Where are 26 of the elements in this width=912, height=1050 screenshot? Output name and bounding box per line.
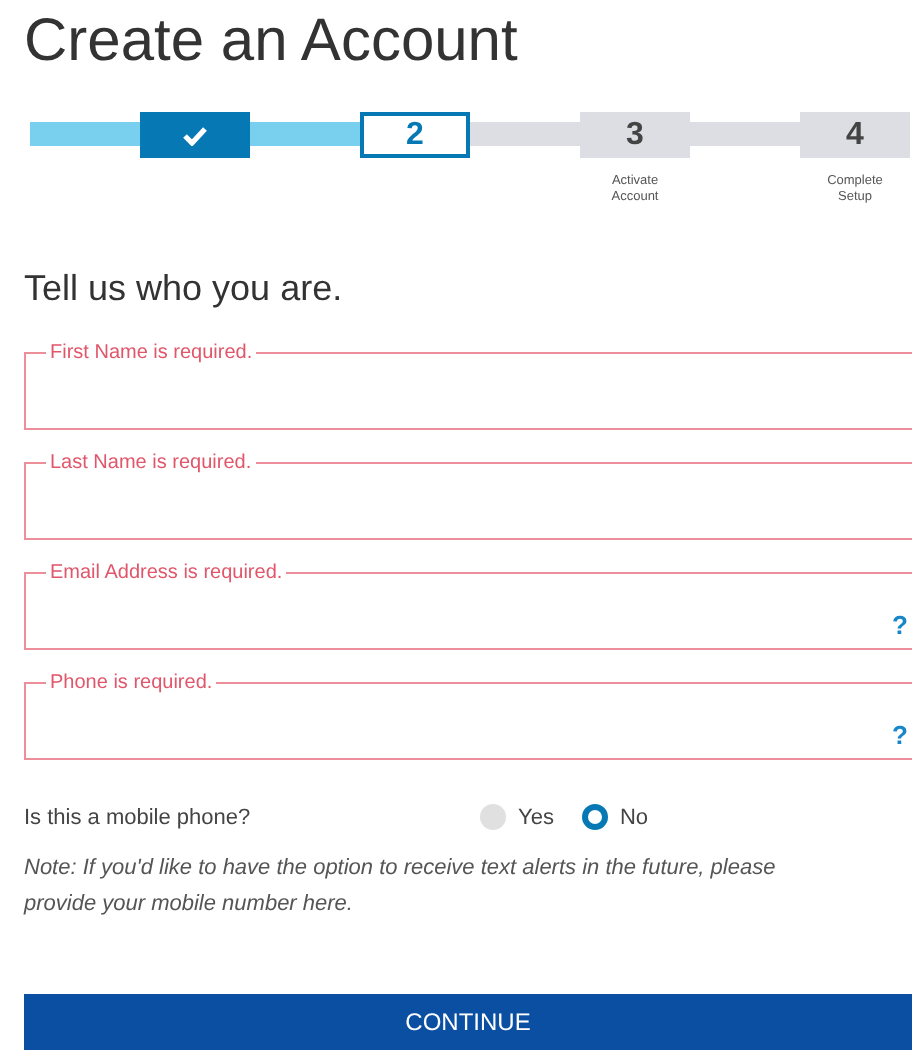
progress-track — [30, 122, 140, 146]
error-message: First Name is required. — [48, 342, 255, 364]
input-field[interactable]: First Name is required. — [24, 342, 912, 430]
progress-track — [250, 122, 360, 146]
error-message: Email Address is required. — [48, 562, 285, 584]
help-icon[interactable]: ? — [892, 610, 908, 640]
help-icon[interactable]: ? — [892, 720, 908, 750]
note-text: Note: If you'd like to have the option to receive text alerts in the future, please provide your mobile number here. — [24, 854, 778, 920]
check-icon — [182, 125, 208, 145]
continue-button[interactable]: CONTINUE — [24, 994, 912, 1050]
progress-track — [470, 122, 580, 146]
radio-button[interactable] — [581, 804, 608, 830]
radio-button[interactable] — [480, 804, 506, 830]
step-indicator: 2 — [360, 112, 470, 158]
page-title: Create an Account — [22, 6, 518, 76]
error-message: Last Name is required. — [48, 452, 254, 474]
step-indicator: 3 — [580, 112, 690, 158]
radio-label[interactable]: No — [619, 805, 649, 829]
input-field[interactable]: Email Address is required. ? — [24, 562, 912, 650]
section-heading: Tell us who you are. — [22, 266, 343, 312]
step-indicator: 4 — [800, 112, 910, 158]
error-message: Phone is required. — [48, 672, 215, 694]
radio-label[interactable]: Yes — [518, 805, 554, 829]
question-label: Is this a mobile phone? — [24, 805, 253, 829]
input-field[interactable]: Last Name is required. — [24, 452, 912, 540]
input-field[interactable]: Phone is required. ? — [24, 672, 912, 760]
